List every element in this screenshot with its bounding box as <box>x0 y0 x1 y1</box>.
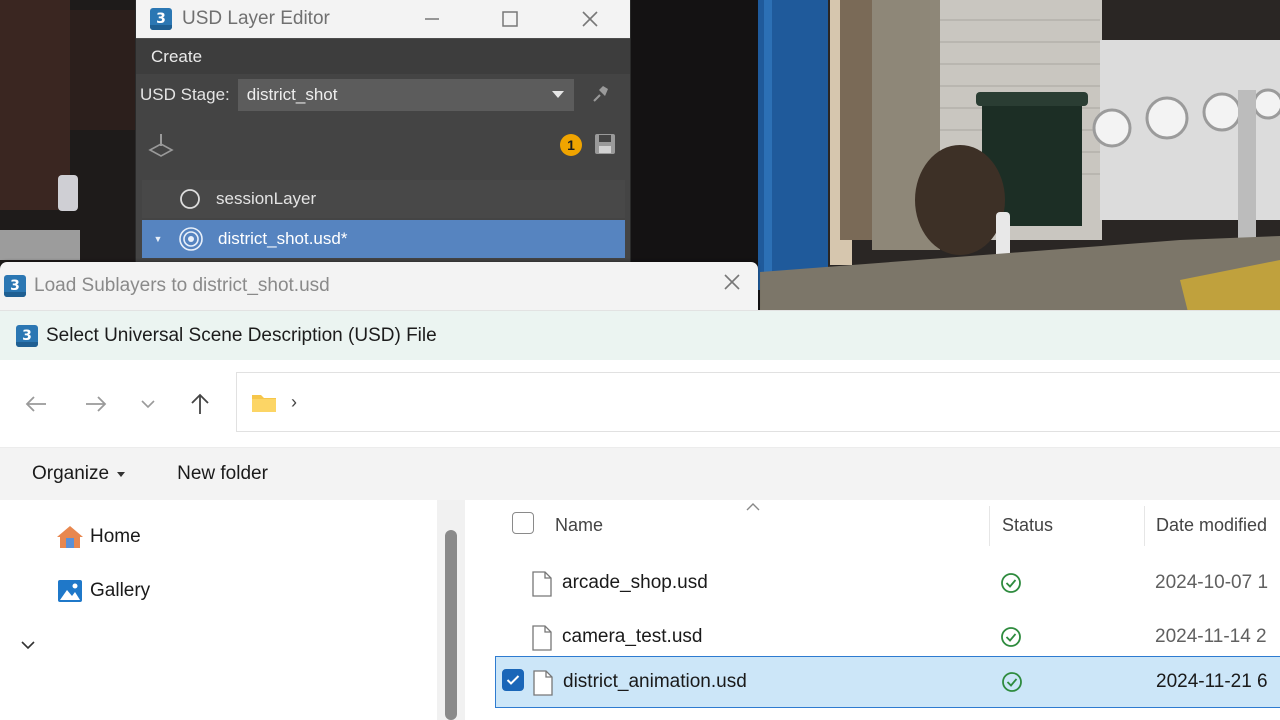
navigation-pane: Home Gallery <box>0 500 437 720</box>
checkmark-icon <box>506 675 520 685</box>
address-bar[interactable]: › <box>236 372 1280 432</box>
column-header-name[interactable]: Name <box>555 515 603 536</box>
file-icon <box>531 625 553 657</box>
status-synced-icon <box>1000 626 1022 654</box>
arrow-right-icon <box>86 396 107 412</box>
nav-pane-scrollbar[interactable] <box>437 500 465 720</box>
root-layer-icon <box>178 226 204 252</box>
usd-editor-title: USD Layer Editor <box>182 8 330 29</box>
forward-button[interactable] <box>78 386 114 422</box>
expand-chevron-icon[interactable] <box>20 638 36 654</box>
stage-root-button[interactable] <box>147 132 175 165</box>
pin-button[interactable] <box>592 83 610 108</box>
layer-toolbar: 1 <box>136 116 630 172</box>
sort-ascending-icon <box>746 500 760 515</box>
3dsmax-app-icon: 3 <box>4 275 26 297</box>
file-checkbox[interactable] <box>502 669 524 691</box>
maximize-button[interactable] <box>488 0 532 38</box>
scrollbar-thumb[interactable] <box>445 530 457 720</box>
save-layers-button[interactable] <box>594 133 616 160</box>
maximize-icon <box>502 11 518 27</box>
load-sublayers-dialog: 3 Load Sublayers to district_shot.usd <box>0 262 758 310</box>
file-date: 2024-10-07 1 <box>1155 572 1269 593</box>
close-button[interactable] <box>568 0 612 38</box>
select-all-checkbox[interactable] <box>512 512 534 534</box>
gallery-icon <box>56 578 84 604</box>
file-icon <box>531 571 553 603</box>
column-header-date-modified[interactable]: Date modified <box>1156 515 1267 536</box>
load-dialog-close-button[interactable] <box>722 272 742 298</box>
arrow-up-icon <box>191 393 209 414</box>
up-button[interactable] <box>182 386 218 422</box>
file-icon <box>532 670 554 702</box>
session-layer-icon <box>178 187 202 211</box>
nav-item-gallery[interactable]: Gallery <box>56 578 150 604</box>
file-dialog-title: Select Universal Scene Description (USD)… <box>46 324 437 346</box>
folder-icon <box>252 395 276 412</box>
chevron-down-icon <box>551 91 564 98</box>
file-dialog-titlebar[interactable]: 3 Select Universal Scene Description (US… <box>0 310 1280 360</box>
layer-row-root[interactable]: ▼ district_shot.usd* <box>142 220 625 258</box>
usd-layer-editor-window: 3 USD Layer Editor Create USD Stage: dis… <box>136 0 630 262</box>
arrow-left-icon <box>25 396 46 412</box>
file-list-header: Name Status Date modified <box>465 500 1280 548</box>
status-synced-icon <box>1000 572 1022 600</box>
new-folder-button[interactable]: New folder <box>177 463 268 485</box>
file-name: district_animation.usd <box>563 671 747 692</box>
file-name: camera_test.usd <box>562 626 703 647</box>
stage-selector-row: USD Stage: district_shot <box>136 74 630 116</box>
layer-row-session[interactable]: sessionLayer <box>142 180 625 218</box>
save-icon <box>595 134 615 154</box>
minimize-icon <box>425 18 439 20</box>
usd-editor-menubar: Create <box>136 38 630 74</box>
menu-create[interactable]: Create <box>151 47 202 67</box>
close-icon <box>582 11 598 27</box>
file-date: 2024-11-21 6 <box>1156 671 1268 692</box>
3dsmax-app-icon: 3 <box>150 8 172 30</box>
command-bar: Organize New folder <box>0 448 1280 500</box>
nav-item-label: Home <box>90 526 141 547</box>
recent-locations-button[interactable] <box>130 386 166 422</box>
chevron-down-icon <box>141 400 155 409</box>
caret-down-icon <box>117 471 126 477</box>
notification-badge[interactable]: 1 <box>560 134 582 156</box>
organize-label: Organize <box>32 463 110 484</box>
load-dialog-title: Load Sublayers to district_shot.usd <box>34 275 330 296</box>
file-row[interactable]: arcade_shop.usd 2024-10-07 1 <box>495 558 1280 610</box>
stage-layers-icon <box>148 134 174 157</box>
stage-label: USD Stage: <box>140 85 230 104</box>
close-icon <box>724 274 740 290</box>
minimize-button[interactable] <box>410 0 454 38</box>
file-name: arcade_shop.usd <box>562 572 708 593</box>
stage-dropdown-value: district_shot <box>246 85 338 104</box>
pin-icon <box>593 85 608 102</box>
usd-editor-titlebar[interactable]: 3 USD Layer Editor <box>136 0 630 38</box>
layer-name: district_shot.usd* <box>218 229 348 248</box>
select-usd-file-dialog: 3 Select Universal Scene Description (US… <box>0 310 1280 720</box>
3dsmax-app-icon: 3 <box>16 324 38 347</box>
layer-name: sessionLayer <box>216 189 317 208</box>
nav-item-label: Gallery <box>90 580 151 601</box>
file-row-selected[interactable]: district_animation.usd 2024-11-21 6 <box>495 656 1280 708</box>
collapse-arrow-icon[interactable]: ▼ <box>148 234 168 244</box>
status-synced-icon <box>1001 671 1023 699</box>
nav-item-home[interactable]: Home <box>56 524 141 550</box>
column-header-status[interactable]: Status <box>1002 515 1053 536</box>
breadcrumb-separator-icon[interactable]: › <box>291 392 297 413</box>
file-list: Name Status Date modified arcade_shop.us… <box>465 500 1280 720</box>
home-icon <box>56 524 84 550</box>
back-button[interactable] <box>18 386 54 422</box>
stage-dropdown[interactable]: district_shot <box>237 79 574 111</box>
file-date: 2024-11-14 2 <box>1155 626 1267 647</box>
organize-button[interactable]: Organize <box>32 463 126 485</box>
